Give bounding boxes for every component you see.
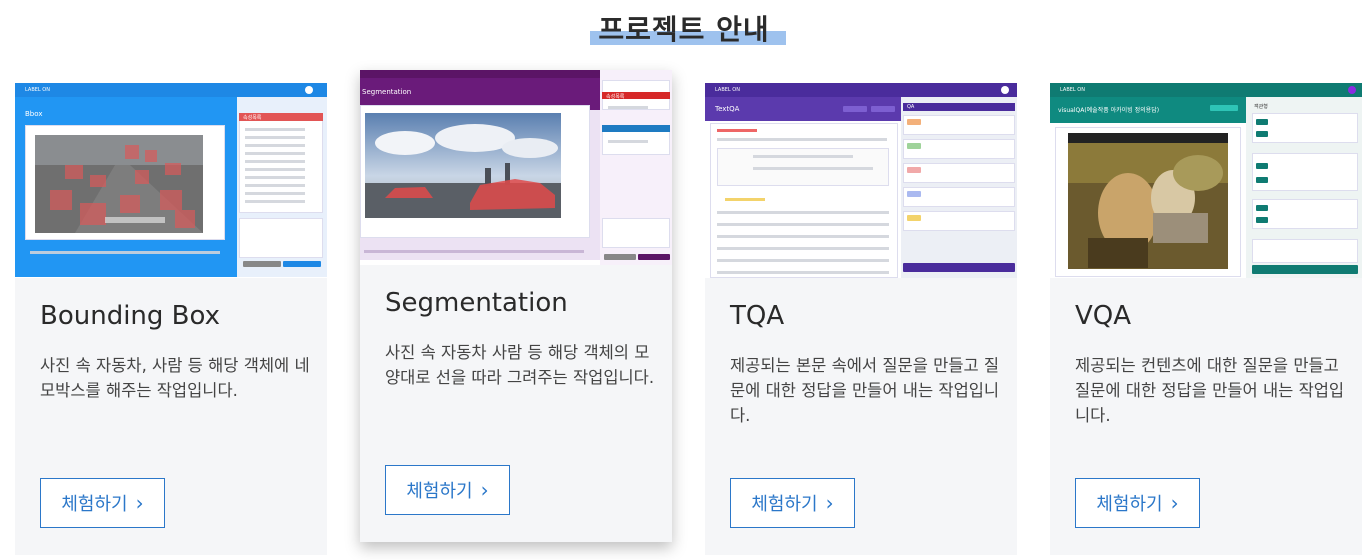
- card-title: Segmentation: [385, 288, 568, 318]
- try-bounding-box-button[interactable]: 체험하기 ›: [40, 478, 165, 528]
- project-card-vqa: LABEL ON visualQA(예술작품 아카이빙 정의용답) 객관형 VQ…: [1050, 83, 1362, 555]
- tqa-preview-image: LABEL ON TextQA QA: [705, 83, 1017, 278]
- preview-logo: LABEL ON: [715, 87, 740, 93]
- card-description: 사진 속 자동차, 사람 등 해당 객체에 네모박스를 해주는 작업입니다.: [40, 356, 310, 400]
- card-title: Bounding Box: [40, 301, 221, 331]
- page-header: 프로젝트 안내: [0, 8, 1368, 48]
- vqa-preview-image: LABEL ON visualQA(예술작품 아카이빙 정의용답) 객관형: [1050, 83, 1362, 278]
- preview-panel-title: 속성목록: [606, 94, 625, 100]
- preview-header: Bbox: [25, 110, 43, 118]
- card-title: TQA: [730, 301, 785, 331]
- project-card-bounding-box: LABEL ON Bbox 속성목록 Bounding Box 사진 속 자동차…: [15, 83, 327, 555]
- try-tqa-button[interactable]: 체험하기 ›: [730, 478, 855, 528]
- card-title: VQA: [1075, 301, 1132, 331]
- preview-header: visualQA(예술작품 아카이빙 정의용답): [1058, 107, 1160, 114]
- chevron-right-icon: ›: [1170, 491, 1179, 515]
- chevron-right-icon: ›: [480, 478, 489, 502]
- preview-logo: LABEL ON: [25, 87, 50, 93]
- preview-header: Segmentation: [362, 88, 412, 96]
- preview-panel-title: QA: [907, 104, 915, 110]
- chevron-right-icon: ›: [135, 491, 144, 515]
- card-description: 사진 속 자동차 사람 등 해당 객체의 모양대로 선을 따라 그려주는 작업입…: [385, 343, 655, 387]
- bounding-box-preview-image: LABEL ON Bbox 속성목록: [15, 83, 327, 278]
- page-title: 프로젝트 안내: [598, 13, 770, 46]
- chevron-right-icon: ›: [825, 491, 834, 515]
- preview-panel-title: 속성목록: [243, 115, 262, 121]
- card-description: 제공되는 본문 속에서 질문을 만들고 질문에 대한 정답을 만들어 내는 작업…: [730, 356, 1000, 425]
- segmentation-preview-image: Segmentation 속성목록: [360, 70, 672, 265]
- try-segmentation-button[interactable]: 체험하기 ›: [385, 465, 510, 515]
- project-card-tqa: LABEL ON TextQA QA TQA 제공되는 본문 속에서 질문을 만…: [705, 83, 1017, 555]
- button-label: 체험하기: [751, 494, 818, 515]
- preview-logo: LABEL ON: [1060, 87, 1085, 93]
- card-description: 제공되는 컨텐츠에 대한 질문을 만들고 질문에 대한 정답을 만들어 내는 작…: [1075, 356, 1345, 425]
- button-label: 체험하기: [61, 494, 128, 515]
- preview-panel-title: 객관형: [1254, 104, 1268, 110]
- try-vqa-button[interactable]: 체험하기 ›: [1075, 478, 1200, 528]
- project-card-segmentation: Segmentation 속성목록 Segmentation 사진 속 자동차 …: [360, 70, 672, 542]
- preview-header: TextQA: [715, 105, 740, 113]
- button-label: 체험하기: [406, 481, 473, 502]
- button-label: 체험하기: [1096, 494, 1163, 515]
